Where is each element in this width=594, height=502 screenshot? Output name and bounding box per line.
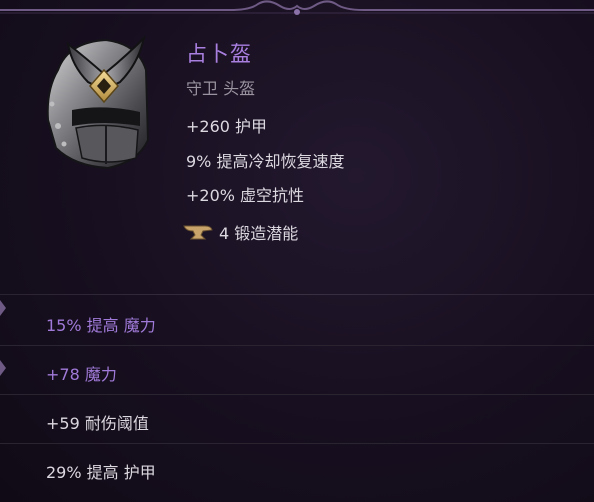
divider [0, 345, 594, 346]
affix-row: 29% 提高 护甲 [0, 445, 594, 493]
forging-potential: 4 锻造潜能 [183, 220, 298, 244]
affix-text: 29% 提高 护甲 [46, 463, 156, 482]
affix-row: 15% 提高 魔力 [0, 298, 594, 346]
divider [0, 443, 594, 444]
item-tooltip: 占卜盔 守卫 头盔 +260 护甲 9% 提高冷却恢复速度 +20% 虚空抗性 … [0, 0, 594, 502]
forging-potential-text: 4 锻造潜能 [219, 224, 299, 243]
item-name: 占卜盔 [186, 42, 252, 66]
implicit-stat: 9% 提高冷却恢复速度 [186, 152, 345, 171]
helmet-icon [46, 34, 150, 170]
affix-text: 15% 提高 魔力 [46, 316, 156, 335]
ornate-top-border [0, 0, 594, 15]
item-type: 守卫 头盔 [186, 79, 256, 98]
affix-text: +59 耐伤阈值 [46, 414, 149, 433]
implicit-stat: +260 护甲 [186, 117, 268, 136]
affix-row: +59 耐伤阈值 [0, 396, 594, 444]
affix-row: +78 魔力 [0, 347, 594, 395]
implicit-stat: +20% 虚空抗性 [186, 186, 305, 205]
affix-text: +78 魔力 [46, 365, 117, 384]
anvil-icon [183, 225, 213, 240]
divider [0, 394, 594, 395]
section-divider [0, 294, 594, 295]
